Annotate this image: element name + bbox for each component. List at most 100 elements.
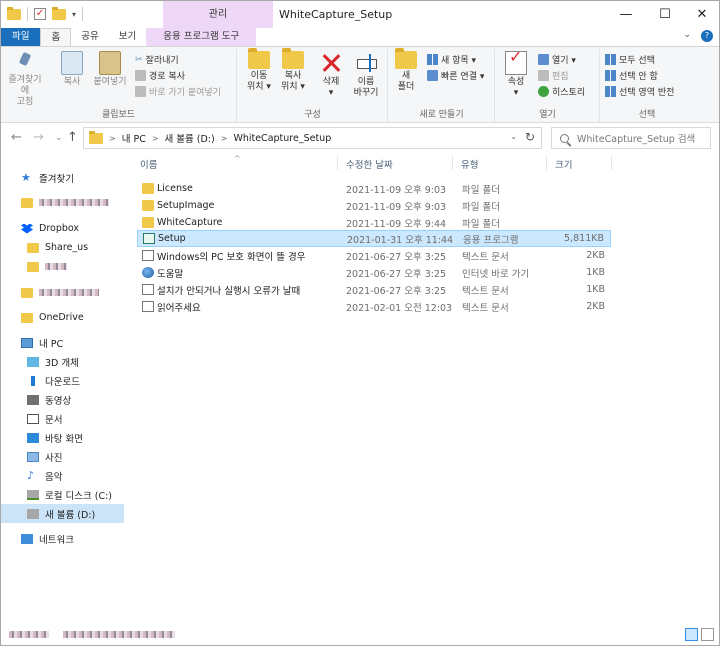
copy-button[interactable]: 복사 (59, 51, 85, 88)
tree-item-favorites[interactable]: ★ 즐겨찾기 (1, 168, 124, 187)
file-row[interactable]: 읽어주세요 2021-02-01 오전 12:03 텍스트 문서 2KB (137, 298, 611, 315)
tree-item-this-pc[interactable]: 내 PC (1, 333, 124, 352)
ribbon-options: ⌄ ? (683, 30, 713, 42)
move-to-button[interactable]: 이동 위치 ▾ (244, 48, 274, 93)
breadcrumb-separator[interactable]: > (221, 134, 228, 143)
cut-button[interactable]: ✂ 잘라내기 (135, 53, 179, 67)
open-button[interactable]: 열기 ▾ (538, 53, 576, 66)
tree-item-dropbox[interactable]: Dropbox (1, 219, 124, 238)
address-bar[interactable]: > 내 PC > 새 볼륨 (D:) > WhiteCapture_Setup … (83, 127, 542, 149)
up-button[interactable]: ↑ (67, 130, 78, 146)
tab-share[interactable]: 공유 (71, 28, 108, 46)
file-row[interactable]: 도움말 2021-06-27 오후 3:25 인터넷 바로 가기 1KB (137, 264, 611, 281)
copy-path-button[interactable]: 경로 복사 (135, 69, 185, 82)
maximize-button[interactable]: ☐ (648, 1, 682, 28)
tree-item-redacted-folder[interactable] (1, 193, 124, 212)
rename-button[interactable]: 이름 바꾸기 (350, 51, 382, 99)
back-button[interactable]: ← (11, 130, 22, 146)
tab-home[interactable]: 홈 (40, 28, 72, 46)
tree-item-3d-objects[interactable]: 3D 개체 (1, 352, 124, 371)
tree-item-pictures[interactable]: 사진 (1, 447, 124, 466)
tree-item-music[interactable]: ♪ 음악 (1, 466, 124, 485)
new-folder-icon[interactable] (52, 6, 66, 20)
ribbon-collapse-button[interactable]: ⌄ (683, 30, 691, 42)
breadcrumb-this-pc[interactable]: 내 PC (122, 131, 146, 145)
tree-label: 새 볼륨 (D:) (45, 509, 96, 521)
paste-shortcut-button[interactable]: 바로 가기 붙여넣기 (135, 85, 221, 98)
tree-item-downloads[interactable]: 다운로드 (1, 371, 124, 390)
tab-view[interactable]: 보기 (109, 28, 146, 46)
status-bar (1, 623, 719, 645)
column-divider[interactable] (452, 156, 453, 170)
forward-button[interactable]: → (33, 130, 44, 146)
properties-check-icon[interactable]: ✓ (34, 8, 46, 20)
tree-item-desktop[interactable]: 바탕 화면 (1, 428, 124, 447)
tab-file[interactable]: 파일 (1, 28, 41, 46)
invert-selection-label: 선택 영역 반전 (619, 88, 675, 98)
details-view-button[interactable] (685, 628, 698, 641)
column-header-date[interactable]: 수정한 날짜 (346, 157, 393, 171)
breadcrumb-volume-d[interactable]: 새 볼륨 (D:) (165, 131, 215, 145)
new-item-button[interactable]: 새 항목 ▾ (427, 53, 476, 66)
network-icon (21, 533, 33, 544)
breadcrumb-separator[interactable]: > (152, 134, 159, 143)
column-divider[interactable] (546, 156, 547, 170)
column-divider[interactable] (611, 156, 612, 170)
large-icons-view-button[interactable] (701, 628, 714, 641)
column-header-type[interactable]: 유형 (461, 157, 478, 171)
file-type: 텍스트 문서 (462, 251, 509, 263)
tree-item-onedrive[interactable]: OneDrive (1, 308, 124, 327)
column-divider[interactable] (337, 156, 338, 170)
help-button[interactable]: ? (701, 30, 713, 42)
file-row[interactable]: Windows의 PC 보호 화면이 뜰 경우 2021-06-27 오후 3:… (137, 247, 611, 264)
context-tab-header: 관리 (163, 1, 273, 28)
tree-item-volume-d[interactable]: 새 볼륨 (D:) (1, 504, 124, 523)
rename-label: 이름 바꾸기 (353, 77, 379, 98)
search-placeholder[interactable]: WhiteCapture_Setup 검색 (577, 131, 695, 145)
tree-item-network[interactable]: 네트워크 (1, 529, 124, 548)
qat-customize-icon[interactable]: ▾ (72, 10, 76, 19)
cube-icon (27, 356, 39, 367)
properties-button[interactable]: 속성 ▾ (502, 51, 530, 99)
breadcrumb-current-folder[interactable]: WhiteCapture_Setup (233, 133, 331, 144)
tree-item-redacted-folder[interactable] (1, 283, 124, 302)
refresh-icon[interactable]: ↻ (525, 130, 535, 144)
music-note-icon: ♪ (27, 468, 35, 482)
edit-button[interactable]: 편집 (538, 69, 569, 82)
file-row[interactable]: License 2021-11-09 오후 9:03 파일 폴더 (137, 180, 611, 197)
close-button[interactable]: ✕ (685, 1, 719, 28)
invert-selection-button[interactable]: 선택 영역 반전 (605, 85, 674, 98)
file-row[interactable]: SetupImage 2021-11-09 오후 9:03 파일 폴더 (137, 197, 611, 214)
pin-quick-access-button[interactable]: 즐겨찾기에 고정 (5, 51, 45, 108)
folder-icon (21, 197, 33, 208)
tree-item-documents[interactable]: 문서 (1, 409, 124, 428)
easy-access-icon (427, 70, 438, 81)
copy-to-button[interactable]: 복사 위치 ▾ (278, 48, 308, 93)
recent-locations-button[interactable]: ⌄ (55, 130, 63, 146)
tree-item-redacted-folder[interactable] (1, 257, 124, 276)
file-row-selected[interactable]: Setup 2021-01-31 오후 11:44 응용 프로그램 5,811K… (137, 230, 611, 247)
file-row[interactable]: WhiteCapture 2021-11-09 오후 9:44 파일 폴더 (137, 214, 611, 231)
file-name: Windows의 PC 보호 화면이 뜰 경우 (157, 251, 306, 263)
paste-button[interactable]: 붙여넣기 (91, 51, 129, 88)
breadcrumb-separator[interactable]: > (109, 134, 116, 143)
tree-item-share-us[interactable]: Share_us (1, 238, 124, 257)
column-header-size[interactable]: 크기 (555, 157, 572, 171)
tab-app-tools[interactable]: 응용 프로그램 도구 (146, 28, 257, 46)
select-all-button[interactable]: 모두 선택 (605, 53, 655, 66)
minimize-button[interactable]: — (609, 1, 643, 28)
address-dropdown-icon[interactable]: ⌄ (510, 132, 517, 141)
file-row[interactable]: 설치가 안되거나 실행시 오류가 날때 2021-06-27 오후 3:25 텍… (137, 281, 611, 298)
history-button[interactable]: 히스토리 (538, 85, 585, 98)
search-icon (560, 133, 569, 143)
application-icon (143, 233, 155, 244)
tree-item-videos[interactable]: 동영상 (1, 390, 124, 409)
paste-shortcut-label: 바로 가기 붙여넣기 (149, 88, 221, 98)
column-header-name[interactable]: 이름 (140, 157, 157, 171)
search-box[interactable]: WhiteCapture_Setup 검색 (551, 127, 711, 149)
tree-item-local-disk-c[interactable]: 로컬 디스크 (C:) (1, 485, 124, 504)
delete-button[interactable]: 삭제 ▾ (316, 51, 346, 99)
select-none-button[interactable]: 선택 안 함 (605, 69, 658, 82)
new-folder-button[interactable]: 새 폴더 (393, 48, 419, 93)
easy-access-button[interactable]: 빠른 연결 ▾ (427, 69, 484, 82)
